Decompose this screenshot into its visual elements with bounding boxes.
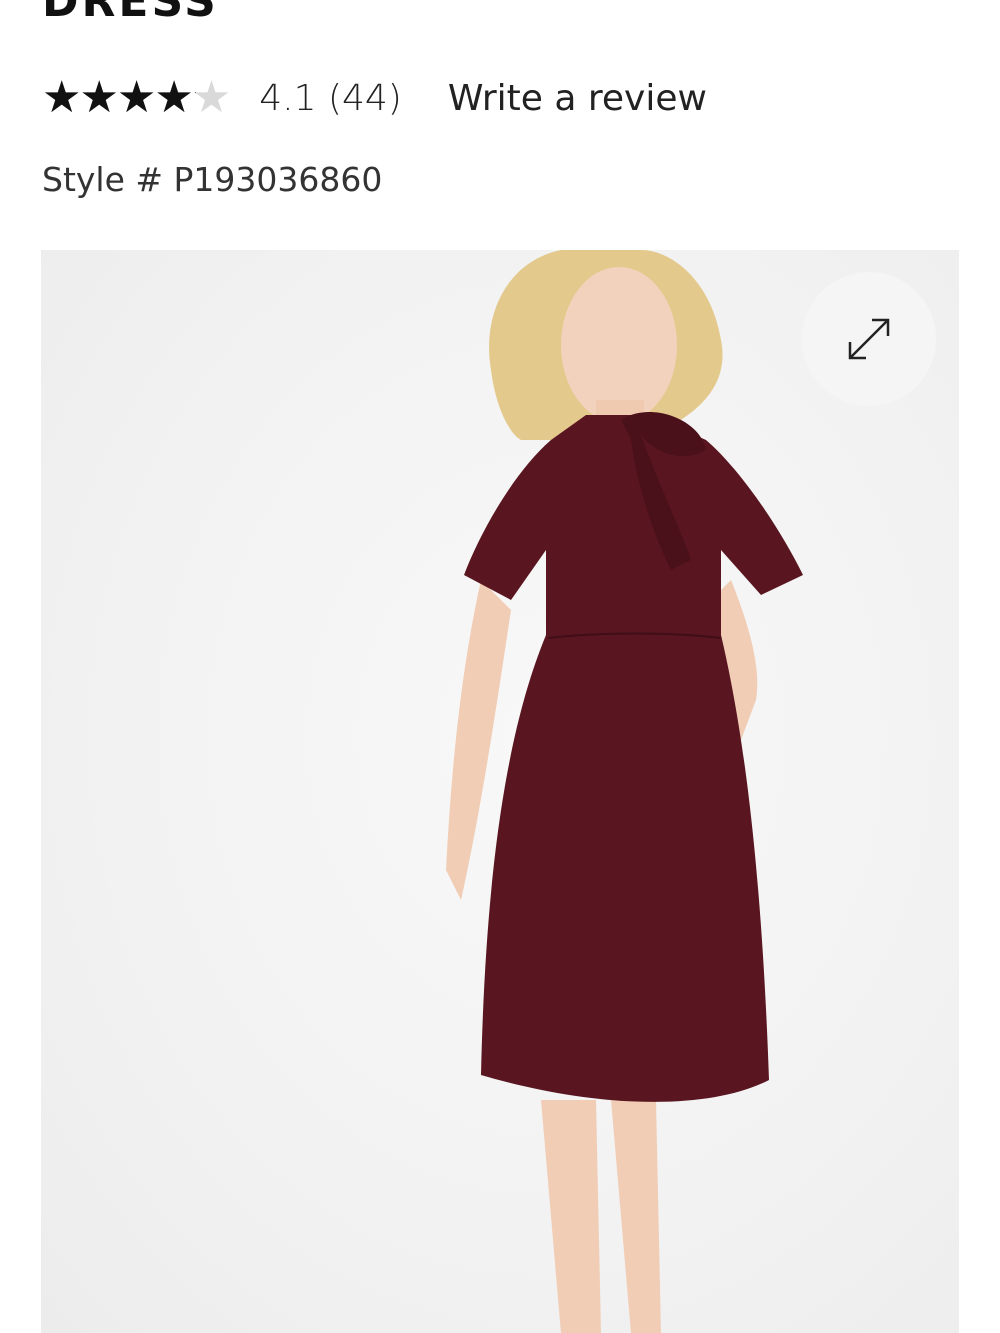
star-rating[interactable]: ★★★★★ ★★★★★: [42, 76, 231, 120]
write-review-link[interactable]: Write a review: [448, 78, 707, 119]
right-leg: [611, 1100, 661, 1333]
dress: [464, 415, 803, 1102]
star-rating-fill: ★★★★★: [42, 76, 196, 120]
style-number: Style # P193036860: [42, 160, 383, 199]
rating-count: (44): [327, 77, 402, 119]
rating-summary[interactable]: 4.1 (44): [259, 78, 402, 119]
expand-image-button[interactable]: [802, 272, 936, 406]
expand-icon: [848, 318, 890, 360]
product-image[interactable]: [41, 250, 959, 1333]
rating-value: 4.1: [259, 77, 317, 119]
face: [561, 267, 677, 423]
product-title: DRESS: [42, 0, 219, 27]
rating-row: ★★★★★ ★★★★★ 4.1 (44) Write a review: [42, 72, 707, 124]
model-illustration: [446, 250, 803, 1333]
product-page: DRESS ★★★★★ ★★★★★ 4.1 (44) Write a revie…: [0, 0, 1000, 1333]
left-leg: [541, 1100, 601, 1333]
